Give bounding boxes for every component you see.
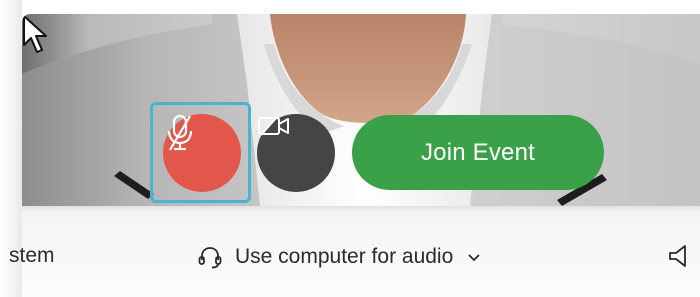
audio-option-partial-label: stem xyxy=(9,244,55,267)
video-off-icon xyxy=(258,116,289,136)
audio-option-label: Use computer for audio xyxy=(235,245,454,268)
video-toggle-button[interactable] xyxy=(257,114,335,192)
mouse-pointer-icon xyxy=(23,15,47,53)
video-preview: Join Event xyxy=(22,14,700,206)
headset-icon xyxy=(198,247,222,269)
chevron-down-icon xyxy=(468,254,480,262)
microphone-muted-icon xyxy=(167,114,193,151)
mute-button[interactable] xyxy=(163,114,241,192)
audio-connection-dropdown[interactable]: Use computer for audio xyxy=(197,243,481,271)
join-event-button[interactable]: Join Event xyxy=(352,115,604,190)
speaker-icon[interactable] xyxy=(665,243,695,269)
join-event-preview: Join Event stem Use computer for audio xyxy=(0,0,700,297)
